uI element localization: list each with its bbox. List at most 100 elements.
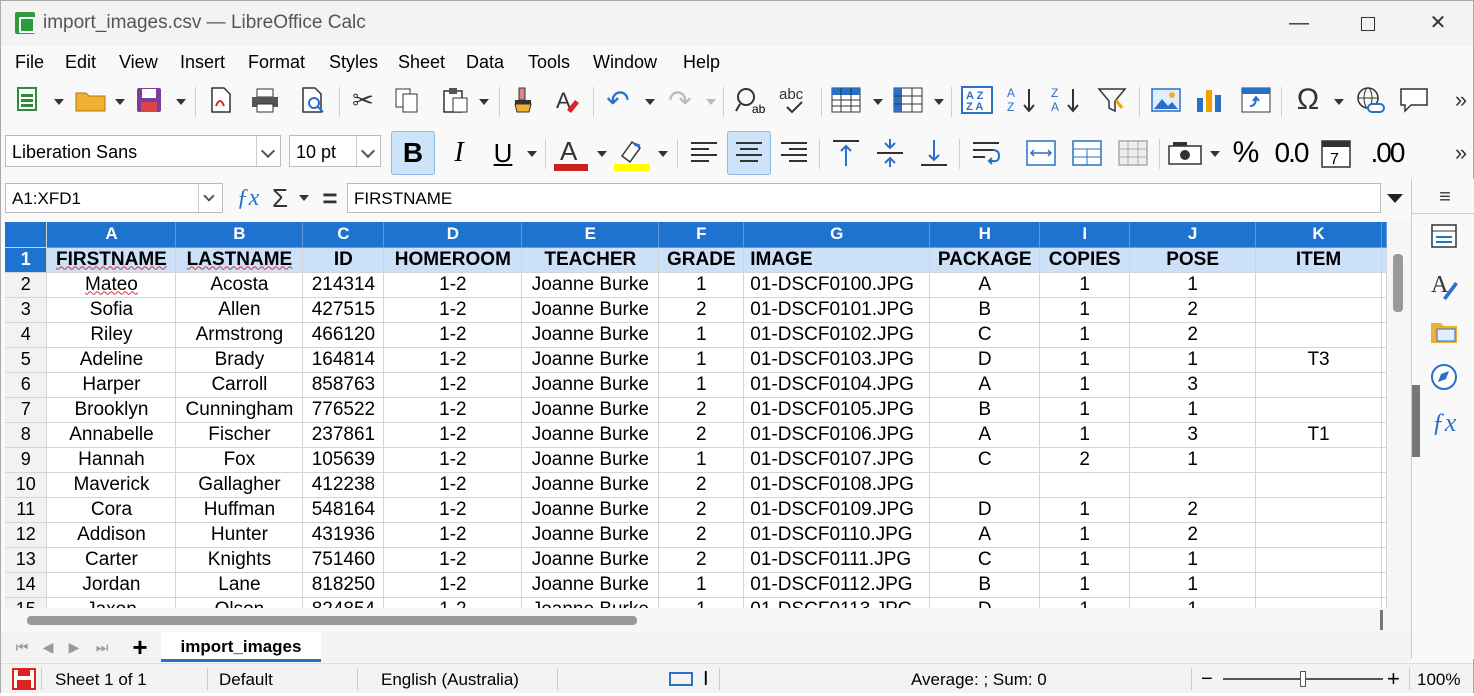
find-replace-icon[interactable]: ab	[733, 85, 767, 115]
font-color-icon[interactable]: A	[551, 133, 591, 173]
cell-i10[interactable]	[1039, 472, 1131, 498]
currency-format-icon[interactable]	[1165, 133, 1209, 173]
merge-center-icon[interactable]	[1021, 133, 1061, 173]
cell-empty[interactable]	[1381, 372, 1387, 398]
select-all-corner[interactable]	[5, 222, 48, 248]
font-size-box[interactable]: 10 pt	[289, 135, 381, 167]
menu-sheet[interactable]: Sheet	[398, 52, 445, 73]
cell-a3[interactable]: Sofia	[46, 297, 177, 323]
cell-a15[interactable]: Jaxon	[46, 597, 177, 608]
previous-sheet-icon[interactable]: ◀	[39, 636, 57, 658]
row-header[interactable]: 3	[5, 297, 48, 323]
cell-d3[interactable]: 1-2	[383, 297, 523, 323]
cell-b13[interactable]: Knights	[175, 547, 304, 573]
cell-h10[interactable]	[929, 472, 1041, 498]
new-dropdown-icon[interactable]	[54, 99, 64, 105]
align-middle-icon[interactable]	[871, 133, 909, 173]
date-format-icon[interactable]: 7	[1317, 133, 1355, 173]
cell-g6[interactable]: 01-DSCF0104.JPG	[743, 372, 931, 398]
cell-e15[interactable]: Joanne Burke	[521, 597, 660, 608]
cell-g3[interactable]: 01-DSCF0101.JPG	[743, 297, 931, 323]
align-right-icon[interactable]	[775, 133, 813, 173]
cell-f14[interactable]: 1	[658, 572, 745, 598]
copy-icon[interactable]	[391, 85, 423, 115]
menu-insert[interactable]: Insert	[180, 52, 225, 73]
cell-d13[interactable]: 1-2	[383, 547, 523, 573]
cell-j11[interactable]: 2	[1129, 497, 1257, 523]
selection-mode-icon[interactable]	[669, 672, 693, 686]
sort-icon[interactable]: A ZZ A	[959, 85, 995, 115]
menu-data[interactable]: Data	[466, 52, 504, 73]
formula-icon[interactable]: =	[317, 183, 343, 213]
paste-icon[interactable]	[439, 85, 471, 115]
cell-d12[interactable]: 1-2	[383, 522, 523, 548]
cell-g8[interactable]: 01-DSCF0106.JPG	[743, 422, 931, 448]
cell-c12[interactable]: 431936	[302, 522, 385, 548]
formula-input[interactable]: FIRSTNAME	[347, 183, 1381, 213]
cell-g4[interactable]: 01-DSCF0102.JPG	[743, 322, 931, 348]
paste-dropdown-icon[interactable]	[479, 99, 489, 105]
cell-j9[interactable]: 1	[1129, 447, 1257, 473]
cell-b12[interactable]: Hunter	[175, 522, 304, 548]
cell-g2[interactable]: 01-DSCF0100.JPG	[743, 272, 931, 298]
insert-chart-icon[interactable]	[1193, 85, 1227, 115]
cell-k2[interactable]	[1255, 272, 1382, 298]
function-wizard-icon[interactable]: ƒx	[233, 183, 263, 213]
special-character-icon[interactable]: Ω	[1291, 83, 1325, 116]
cell-empty[interactable]	[1381, 272, 1387, 298]
unmerge-cells-icon[interactable]	[1113, 133, 1153, 173]
row-icon[interactable]	[829, 85, 863, 115]
font-name-box[interactable]: Liberation Sans	[5, 135, 281, 167]
cell-empty[interactable]	[1381, 422, 1387, 448]
cell-h9[interactable]: C	[929, 447, 1041, 473]
cell-g12[interactable]: 01-DSCF0110.JPG	[743, 522, 931, 548]
cell-empty[interactable]	[1381, 572, 1387, 598]
cell-d8[interactable]: 1-2	[383, 422, 523, 448]
redo-dropdown-icon[interactable]	[706, 99, 716, 105]
cell-k14[interactable]	[1255, 572, 1382, 598]
styles-icon[interactable]: A	[1428, 269, 1460, 301]
cell-c1[interactable]: ID	[302, 247, 385, 273]
cell-b6[interactable]: Carroll	[175, 372, 304, 398]
highlight-color-icon[interactable]	[611, 133, 653, 173]
properties-icon[interactable]	[1428, 221, 1460, 251]
align-bottom-icon[interactable]	[915, 133, 953, 173]
menu-window[interactable]: Window	[593, 52, 657, 73]
cell-a4[interactable]: Riley	[46, 322, 177, 348]
column-header-f[interactable]: F	[658, 222, 745, 248]
row-header[interactable]: 15	[5, 597, 48, 608]
row-header[interactable]: 5	[5, 347, 48, 373]
cell-empty[interactable]	[1381, 297, 1387, 323]
cell-c2[interactable]: 214314	[302, 272, 385, 298]
cell-j3[interactable]: 2	[1129, 297, 1257, 323]
cell-e2[interactable]: Joanne Burke	[521, 272, 660, 298]
cell-empty[interactable]	[1381, 347, 1387, 373]
gallery-icon[interactable]	[1428, 315, 1460, 347]
add-sheet-icon[interactable]: +	[127, 632, 153, 662]
horizontal-scrollbar[interactable]	[5, 608, 1387, 632]
close-icon[interactable]: ✕	[1416, 7, 1460, 39]
column-header-a[interactable]: A	[46, 222, 177, 248]
cell-empty[interactable]	[1381, 547, 1387, 573]
first-sheet-icon[interactable]: ⏮	[13, 636, 31, 658]
add-decimal-icon[interactable]: .00	[1365, 133, 1409, 173]
cell-a14[interactable]: Jordan	[46, 572, 177, 598]
highlight-dropdown-icon[interactable]	[658, 151, 668, 157]
cell-e8[interactable]: Joanne Burke	[521, 422, 660, 448]
row-header[interactable]: 4	[5, 322, 48, 348]
cell-d1[interactable]: HOMEROOM	[383, 247, 523, 273]
cell-k6[interactable]	[1255, 372, 1382, 398]
cell-h12[interactable]: A	[929, 522, 1041, 548]
cell-a9[interactable]: Hannah	[46, 447, 177, 473]
hyperlink-icon[interactable]	[1353, 85, 1387, 115]
vertical-scroll-thumb[interactable]	[1393, 254, 1403, 312]
cell-b1[interactable]: LASTNAME	[175, 247, 304, 273]
cell-i3[interactable]: 1	[1039, 297, 1131, 323]
cell-k8[interactable]: T1	[1255, 422, 1382, 448]
pivot-table-icon[interactable]	[1239, 85, 1273, 115]
name-box[interactable]: A1:XFD1	[5, 183, 223, 213]
page-style[interactable]: Default	[219, 670, 273, 690]
cell-f6[interactable]: 1	[658, 372, 745, 398]
row-header[interactable]: 8	[5, 422, 48, 448]
cell-h14[interactable]: B	[929, 572, 1041, 598]
